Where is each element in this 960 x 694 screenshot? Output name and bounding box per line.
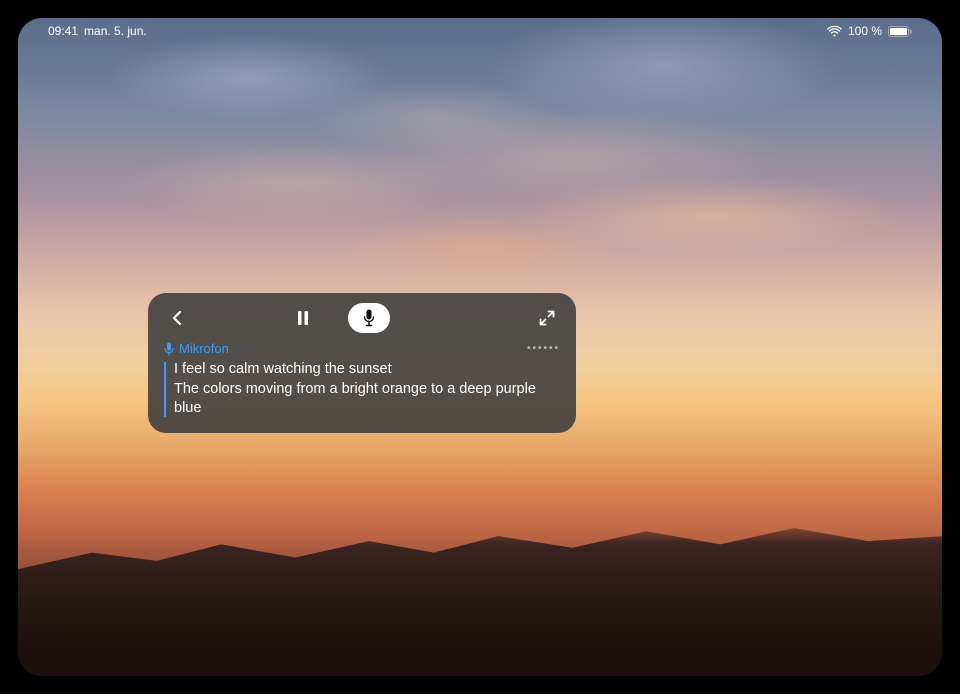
expand-button[interactable] [532, 303, 562, 333]
status-bar: 09:41 man. 5. jun. 100 % [18, 24, 942, 38]
pause-button[interactable] [288, 303, 318, 333]
status-date: man. 5. jun. [84, 24, 147, 38]
wallpaper-mountains [18, 512, 942, 677]
screen: 09:41 man. 5. jun. 100 % [18, 18, 942, 676]
back-button[interactable] [162, 303, 192, 333]
source-label: Mikrofon [179, 341, 229, 356]
caption-toolbar [148, 293, 576, 341]
ipad-frame: 09:41 man. 5. jun. 100 % [0, 0, 960, 694]
battery-percentage: 100 % [848, 24, 882, 38]
transcript-line-2: The colors moving from a bright orange t… [174, 380, 560, 419]
transcript-block: I feel so calm watching the sunset The c… [164, 360, 560, 419]
status-time: 09:41 [48, 24, 78, 38]
microphone-button[interactable] [348, 303, 390, 333]
waveform-indicator: •••••• [527, 343, 560, 354]
caption-content: Mikrofon •••••• I feel so calm watching … [148, 341, 576, 433]
transcript-indicator-bar [164, 362, 166, 417]
live-captions-panel[interactable]: Mikrofon •••••• I feel so calm watching … [148, 293, 576, 433]
microphone-icon [164, 342, 174, 356]
source-row: Mikrofon •••••• [164, 341, 560, 356]
transcript-line-1: I feel so calm watching the sunset [174, 360, 560, 380]
wifi-icon [827, 26, 842, 37]
battery-icon [888, 26, 912, 37]
